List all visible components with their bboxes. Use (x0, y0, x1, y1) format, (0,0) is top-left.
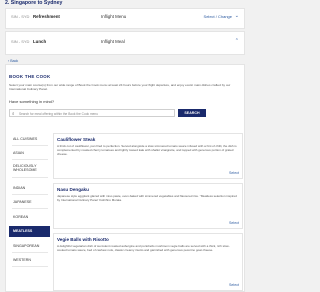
meal-name: Refreshment (33, 14, 60, 19)
meal-menu: Inflight Meal (101, 39, 125, 44)
search-icon: ⌕ (12, 110, 15, 116)
page-title: 2. Singapore to Sydney (5, 0, 63, 6)
book-the-cook-section: BOOK THE COOK Select your main course(s)… (5, 64, 245, 292)
section-title: BOOK THE COOK (9, 74, 51, 79)
search-button[interactable]: SEARCH (178, 109, 206, 117)
search-placeholder: Search for meal offering within the Book… (19, 111, 98, 116)
meal-menu: Inflight Menu (101, 14, 127, 19)
meal-item-desc: Japanese style eggplant glazed with miso… (57, 194, 237, 202)
list-item[interactable]: Nasu Dengaku Japanese style eggplant gla… (53, 183, 243, 229)
select-button[interactable]: Select (229, 171, 239, 175)
sidebar-item-western[interactable]: WESTERN (9, 258, 49, 262)
sidebar-item-meatless[interactable]: MEATLESS (9, 229, 49, 233)
sidebar-item-japanese[interactable]: JAPANESE (9, 200, 49, 204)
list-item[interactable]: Cauliflower Steak A thick cut of caulifl… (53, 133, 243, 179)
meal-name: Lunch (33, 39, 47, 44)
select-button[interactable]: Select (229, 283, 239, 287)
back-link[interactable]: ‹ Back (8, 59, 18, 63)
select-button[interactable]: Select (229, 221, 239, 225)
meal-list: Cauliflower Steak A thick cut of caulifl… (53, 133, 243, 292)
meal-item-desc: A thick cut of cauliflower, pan fried to… (57, 144, 237, 156)
meal-item-name: Vegie Balls with Risotto (57, 237, 109, 242)
chevron-down-icon[interactable]: ⌄ (235, 13, 239, 19)
list-item[interactable]: Vegie Balls with Risotto A delightful ve… (53, 233, 243, 291)
sidebar-item-all-cuisines[interactable]: ALL CUISINES (9, 137, 49, 141)
sidebar-item-korean[interactable]: KOREAN (9, 215, 49, 219)
sidebar-item-deliciously-wholesome[interactable]: DELICIOUSLY WHOLESOME (9, 164, 47, 173)
back-label: Back (10, 59, 19, 63)
meal-route: SIN - SYD (11, 14, 30, 19)
sidebar-item-indian[interactable]: INDIAN (9, 186, 49, 190)
meal-row-refreshment[interactable]: SIN - SYD Refreshment Inflight Menu Sele… (5, 8, 245, 29)
select-change-link[interactable]: Select / Change (204, 14, 232, 19)
meal-row-lunch[interactable]: SIN - SYD Lunch Inflight Meal ⌃ (5, 31, 245, 55)
search-input[interactable]: ⌕ Search for meal offering within the Bo… (9, 109, 175, 117)
search-prompt: Have something in mind? (9, 99, 55, 104)
chevron-up-icon[interactable]: ⌃ (235, 38, 239, 44)
meal-item-desc: A delightful vegetarian dish of succulen… (57, 244, 230, 252)
meal-route: SIN - SYD (11, 39, 30, 44)
meal-item-name: Nasu Dengaku (57, 187, 89, 192)
sidebar-item-singaporean[interactable]: SINGAPOREAN (9, 244, 49, 248)
sidebar-item-asian[interactable]: ASIAN (9, 151, 49, 155)
section-intro: Select your main course(s) from our wide… (9, 83, 231, 92)
meal-item-name: Cauliflower Steak (57, 137, 96, 142)
